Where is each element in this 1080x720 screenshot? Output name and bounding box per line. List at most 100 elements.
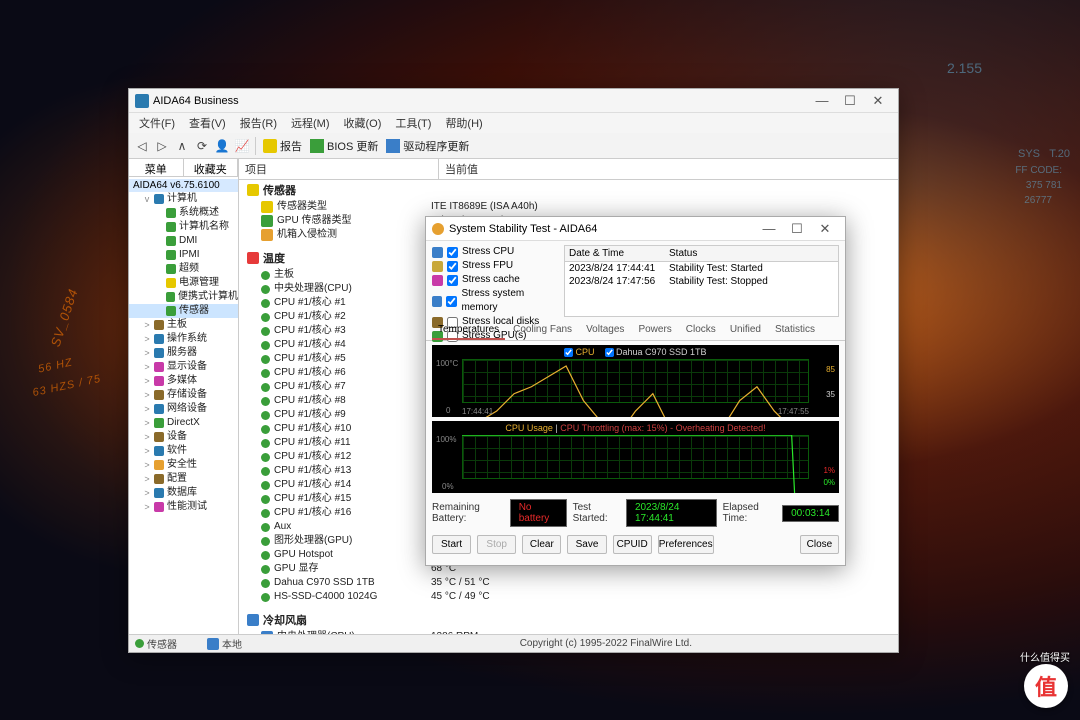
menu-item[interactable]: 远程(M): [285, 113, 336, 133]
y2-right-neg: 1%: [823, 466, 835, 475]
stop-button[interactable]: Stop: [477, 535, 516, 554]
tree-item[interactable]: >DirectX: [129, 416, 238, 430]
menu-item[interactable]: 文件(F): [133, 113, 181, 133]
log-row[interactable]: 2023/8/24 17:44:41Stability Test: Starte…: [565, 262, 838, 275]
driver-update-button[interactable]: 驱动程序更新: [383, 138, 472, 154]
hud-sys: SYS: [1018, 148, 1040, 160]
usage-label: CPU Usage: [505, 423, 553, 433]
close-stability-button[interactable]: Close: [800, 535, 839, 554]
x-axis-left: 17:44:41: [462, 407, 493, 416]
nav-back-button[interactable]: ◁: [133, 137, 151, 155]
log-header-time: Date & Time: [565, 246, 665, 261]
start-button[interactable]: Start: [432, 535, 471, 554]
menu-item[interactable]: 帮助(H): [439, 113, 488, 133]
content-header-value: 当前值: [439, 159, 898, 179]
sensor-row[interactable]: HS-SSD-C4000 1024G45 °C / 49 °C: [239, 590, 898, 604]
tree-item[interactable]: >操作系统: [129, 332, 238, 346]
tree-item[interactable]: >主板: [129, 318, 238, 332]
tree-item[interactable]: >网络设备: [129, 402, 238, 416]
tree-item[interactable]: >存储设备: [129, 388, 238, 402]
tree-root[interactable]: AIDA64 v6.75.6100: [129, 179, 238, 192]
graph-tab[interactable]: Voltages: [580, 321, 630, 340]
graph-tab[interactable]: Clocks: [680, 321, 722, 340]
stability-titlebar[interactable]: System Stability Test - AIDA64 — ☐ ✕: [426, 217, 845, 241]
hud-hz1: 56 HZ: [37, 356, 74, 375]
throttle-label: CPU Throttling (max: 15%) - Overheating …: [560, 423, 765, 433]
main-titlebar[interactable]: AIDA64 Business — ☐ ✕: [129, 89, 898, 113]
user-button[interactable]: 👤: [213, 137, 231, 155]
tree-item[interactable]: >性能测试: [129, 500, 238, 514]
cpuid-button[interactable]: CPUID: [613, 535, 652, 554]
graph-tab[interactable]: Powers: [632, 321, 677, 340]
preferences-button[interactable]: Preferences: [658, 535, 714, 554]
refresh-button[interactable]: ⟳: [193, 137, 211, 155]
bios-update-button[interactable]: BIOS 更新: [307, 138, 381, 154]
stress-check[interactable]: Stress CPU: [432, 245, 558, 259]
hud-267: 26777: [1024, 195, 1052, 206]
close-button[interactable]: ✕: [864, 93, 892, 109]
stability-minimize-button[interactable]: —: [755, 221, 783, 236]
tree-item[interactable]: 超频: [129, 262, 238, 276]
tree-item[interactable]: 传感器: [129, 304, 238, 318]
tree-item[interactable]: >设备: [129, 430, 238, 444]
nav-forward-button[interactable]: ▷: [153, 137, 171, 155]
maximize-button[interactable]: ☐: [836, 93, 864, 109]
tree-item[interactable]: >服务器: [129, 346, 238, 360]
stress-check[interactable]: Stress FPU: [432, 259, 558, 273]
stress-check[interactable]: Stress cache: [432, 273, 558, 287]
graph-tab[interactable]: Statistics: [769, 321, 821, 340]
chart-button[interactable]: 📈: [233, 137, 251, 155]
sensor-row[interactable]: Dahua C970 SSD 1TB35 °C / 51 °C: [239, 576, 898, 590]
nav-up-button[interactable]: ∧: [173, 137, 191, 155]
clear-button[interactable]: Clear: [522, 535, 561, 554]
tree-item[interactable]: >数据库: [129, 486, 238, 500]
save-button[interactable]: Save: [567, 535, 606, 554]
stress-check[interactable]: Stress system memory: [432, 287, 558, 315]
hud-t20: T.20: [1049, 148, 1070, 160]
stability-log-table: Date & Time Status 2023/8/24 17:44:41Sta…: [564, 245, 839, 317]
graph-legend-ssd: Dahua C970 SSD 1TB: [616, 347, 707, 357]
tree-item[interactable]: >软件: [129, 444, 238, 458]
tree-item[interactable]: DMI: [129, 234, 238, 248]
log-row[interactable]: 2023/8/24 17:47:56Stability Test: Stoppe…: [565, 275, 838, 288]
minimize-button[interactable]: —: [808, 93, 836, 108]
started-label: Test Started:: [573, 502, 620, 524]
app-icon: [135, 94, 149, 108]
tree-item[interactable]: 电源管理: [129, 276, 238, 290]
tree-tab-menu[interactable]: 菜单: [129, 159, 184, 176]
tree-item[interactable]: v计算机: [129, 192, 238, 206]
section-header: 冷却风扇: [239, 610, 898, 630]
tree-item[interactable]: 便携式计算机: [129, 290, 238, 304]
tree-item[interactable]: IPMI: [129, 248, 238, 262]
navigation-tree[interactable]: AIDA64 v6.75.6100 v计算机系统概述计算机名称DMIIPMI超频…: [129, 177, 238, 516]
menu-item[interactable]: 收藏(O): [338, 113, 388, 133]
stability-button-row: Start Stop Clear Save CPUID Preferences …: [426, 531, 845, 558]
hud-num: 2.155: [947, 60, 982, 76]
graph-legend-cpu-check[interactable]: [564, 348, 573, 357]
tree-item[interactable]: 系统概述: [129, 206, 238, 220]
tree-item[interactable]: >配置: [129, 472, 238, 486]
menu-item[interactable]: 报告(R): [234, 113, 283, 133]
tree-tab-fav[interactable]: 收藏夹: [184, 159, 239, 176]
local-icon: [207, 638, 219, 650]
tree-item[interactable]: 计算机名称: [129, 220, 238, 234]
tree-item[interactable]: >安全性: [129, 458, 238, 472]
report-icon: [263, 139, 277, 153]
main-menubar: 文件(F)查看(V)报告(R)远程(M)收藏(O)工具(T)帮助(H): [129, 113, 898, 133]
graph-legend-ssd-check[interactable]: [605, 348, 614, 357]
battery-value: No battery: [510, 499, 567, 527]
stress-options-group: Stress CPUStress FPUStress cacheStress s…: [426, 241, 564, 321]
graph-tab[interactable]: Temperatures: [432, 321, 505, 340]
sensor-row[interactable]: 传感器类型ITE IT8689E (ISA A40h): [239, 200, 898, 214]
content-header: 项目 当前值: [239, 159, 898, 180]
stability-close-button[interactable]: ✕: [811, 221, 839, 237]
report-button[interactable]: 报告: [260, 138, 305, 154]
tree-item[interactable]: >显示设备: [129, 360, 238, 374]
graph-tab[interactable]: Unified: [724, 321, 767, 340]
menu-item[interactable]: 工具(T): [389, 113, 437, 133]
menu-item[interactable]: 查看(V): [183, 113, 232, 133]
tree-item[interactable]: >多媒体: [129, 374, 238, 388]
y2-top: 100%: [436, 435, 456, 444]
graph-tab[interactable]: Cooling Fans: [507, 321, 578, 340]
stability-maximize-button[interactable]: ☐: [783, 221, 811, 237]
